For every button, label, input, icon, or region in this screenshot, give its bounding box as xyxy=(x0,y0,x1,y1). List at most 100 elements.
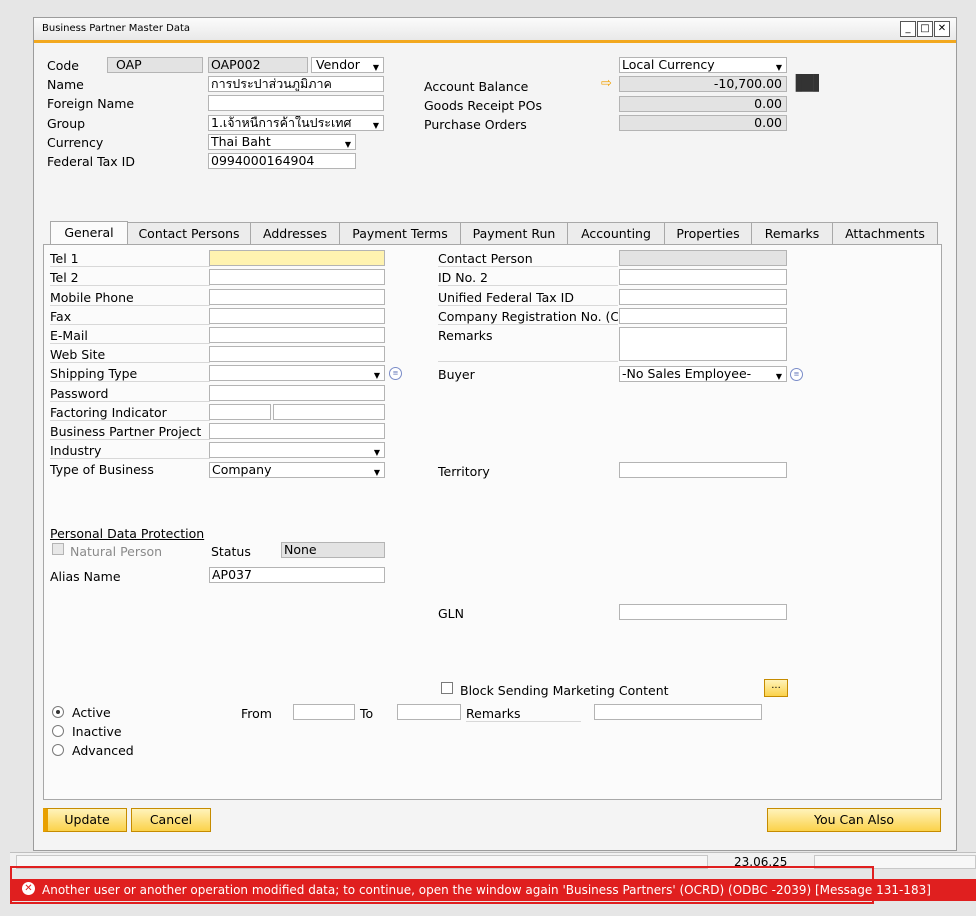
link-arrow-icon[interactable]: ⇨ xyxy=(601,76,612,91)
group-label: Group xyxy=(47,116,86,131)
code-field[interactable]: OAP002 xyxy=(208,57,308,73)
company-reg-label: Company Registration No. (CRN xyxy=(438,309,618,325)
company-reg-field[interactable] xyxy=(619,308,787,324)
more-button[interactable]: ... xyxy=(764,679,788,697)
title-bar[interactable]: Business Partner Master Data _ □ ✕ xyxy=(34,18,956,43)
fax-field[interactable] xyxy=(209,308,385,324)
tab-properties[interactable]: Properties xyxy=(664,222,752,245)
territory-field[interactable] xyxy=(619,462,787,478)
gln-label: GLN xyxy=(438,606,465,621)
maximize-icon[interactable]: □ xyxy=(917,21,933,37)
general-tab-panel: Tel 1 Tel 2 Mobile Phone Fax E-Mail Web … xyxy=(43,244,942,800)
password-label: Password xyxy=(50,386,210,402)
to-date-field[interactable] xyxy=(397,704,461,720)
shipping-type-label: Shipping Type xyxy=(50,366,210,382)
active-radio[interactable] xyxy=(52,706,64,718)
natural-person-label: Natural Person xyxy=(70,544,163,559)
bp-type-select[interactable]: Vendor ▼ xyxy=(311,57,384,73)
currency-label: Currency xyxy=(47,135,104,150)
email-label: E-Mail xyxy=(50,328,210,344)
unified-tax-label: Unified Federal Tax ID xyxy=(438,290,618,306)
code-series-field[interactable]: OAP xyxy=(107,57,203,73)
list-icon[interactable]: ≡ xyxy=(389,367,402,380)
tab-remarks[interactable]: Remarks xyxy=(751,222,833,245)
website-field[interactable] xyxy=(209,346,385,362)
advanced-radio[interactable] xyxy=(52,744,64,756)
remarks-label: Remarks xyxy=(438,328,493,343)
status-label: Status xyxy=(211,544,251,559)
territory-label: Territory xyxy=(438,464,490,479)
contact-person-label: Contact Person xyxy=(438,251,618,267)
mobile-field[interactable] xyxy=(209,289,385,305)
update-button[interactable]: Update xyxy=(43,808,127,832)
foreign-name-field[interactable] xyxy=(208,95,384,111)
fax-label: Fax xyxy=(50,309,210,325)
shipping-type-select[interactable]: ▼ xyxy=(209,365,385,381)
factoring-code-field[interactable] xyxy=(209,404,271,420)
list-icon[interactable]: ≡ xyxy=(790,368,803,381)
natural-person-checkbox[interactable] xyxy=(52,543,64,555)
federal-tax-field[interactable]: 0994000164904 xyxy=(208,153,356,169)
type-of-business-label: Type of Business xyxy=(50,462,154,477)
tel2-field[interactable] xyxy=(209,269,385,285)
tab-payment-run[interactable]: Payment Run xyxy=(460,222,568,245)
goods-receipt-label: Goods Receipt POs xyxy=(424,98,542,113)
from-date-field[interactable] xyxy=(293,704,355,720)
bp-master-data-window: Business Partner Master Data _ □ ✕ Code … xyxy=(33,17,957,851)
to-label: To xyxy=(360,706,374,721)
block-marketing-checkbox[interactable] xyxy=(441,682,453,694)
purchase-orders-field: 0.00 xyxy=(619,115,787,131)
tab-addresses[interactable]: Addresses xyxy=(250,222,340,245)
remarks2-label: Remarks xyxy=(466,706,581,722)
minimize-icon[interactable]: _ xyxy=(900,21,916,37)
currency-select[interactable]: Thai Baht ▼ xyxy=(208,134,356,150)
remarks-field[interactable] xyxy=(619,327,787,361)
group-select[interactable]: 1.เจ้าหนี้การค้าในประเทศ ▼ xyxy=(208,115,384,131)
you-can-also-button[interactable]: You Can Also xyxy=(767,808,941,832)
gln-field[interactable] xyxy=(619,604,787,620)
industry-label: Industry xyxy=(50,443,210,459)
inactive-radio[interactable] xyxy=(52,725,64,737)
account-balance-field: -10,700.00 xyxy=(619,76,787,92)
factoring-label: Factoring Indicator xyxy=(50,405,210,421)
type-of-business-select[interactable]: Company ▼ xyxy=(209,462,385,478)
tel1-field[interactable] xyxy=(209,250,385,266)
tel1-label: Tel 1 xyxy=(50,251,210,267)
buyer-label: Buyer xyxy=(438,367,475,382)
bp-project-label: Business Partner Project xyxy=(50,424,210,440)
tab-contact-persons[interactable]: Contact Persons xyxy=(127,222,251,245)
tel2-label: Tel 2 xyxy=(50,270,210,286)
cancel-button[interactable]: Cancel xyxy=(131,808,211,832)
window-title: Business Partner Master Data xyxy=(42,23,191,34)
pdp-title: Personal Data Protection xyxy=(50,526,205,541)
code-label: Code xyxy=(47,58,80,73)
id-no2-label: ID No. 2 xyxy=(438,270,618,286)
email-field[interactable] xyxy=(209,327,385,343)
goods-receipt-field: 0.00 xyxy=(619,96,787,112)
purchase-orders-label: Purchase Orders xyxy=(424,117,527,132)
name-field[interactable]: การประปาส่วนภูมิภาค xyxy=(208,76,384,92)
buyer-select[interactable]: -No Sales Employee- ▼ xyxy=(619,366,787,382)
advanced-label: Advanced xyxy=(72,743,134,758)
local-currency-select[interactable]: Local Currency ▼ xyxy=(619,57,787,73)
active-label: Active xyxy=(72,705,111,720)
inactive-label: Inactive xyxy=(72,724,122,739)
industry-select[interactable]: ▼ xyxy=(209,442,385,458)
factoring-name-field[interactable] xyxy=(273,404,385,420)
bar-chart-icon[interactable]: ▐█▌ xyxy=(790,74,825,92)
tab-general[interactable]: General xyxy=(50,221,128,246)
from-label: From xyxy=(241,706,272,721)
name-label: Name xyxy=(47,77,84,92)
remarks-divider xyxy=(438,361,618,362)
tab-payment-terms[interactable]: Payment Terms xyxy=(339,222,461,245)
password-field[interactable] xyxy=(209,385,385,401)
id-no2-field[interactable] xyxy=(619,269,787,285)
unified-tax-field[interactable] xyxy=(619,289,787,305)
tab-attachments[interactable]: Attachments xyxy=(832,222,938,245)
error-highlight-box xyxy=(10,866,874,904)
alias-name-field[interactable]: AP037 xyxy=(209,567,385,583)
bp-project-field[interactable] xyxy=(209,423,385,439)
tab-accounting[interactable]: Accounting xyxy=(567,222,665,245)
close-icon[interactable]: ✕ xyxy=(934,21,950,37)
remarks2-field[interactable] xyxy=(594,704,762,720)
